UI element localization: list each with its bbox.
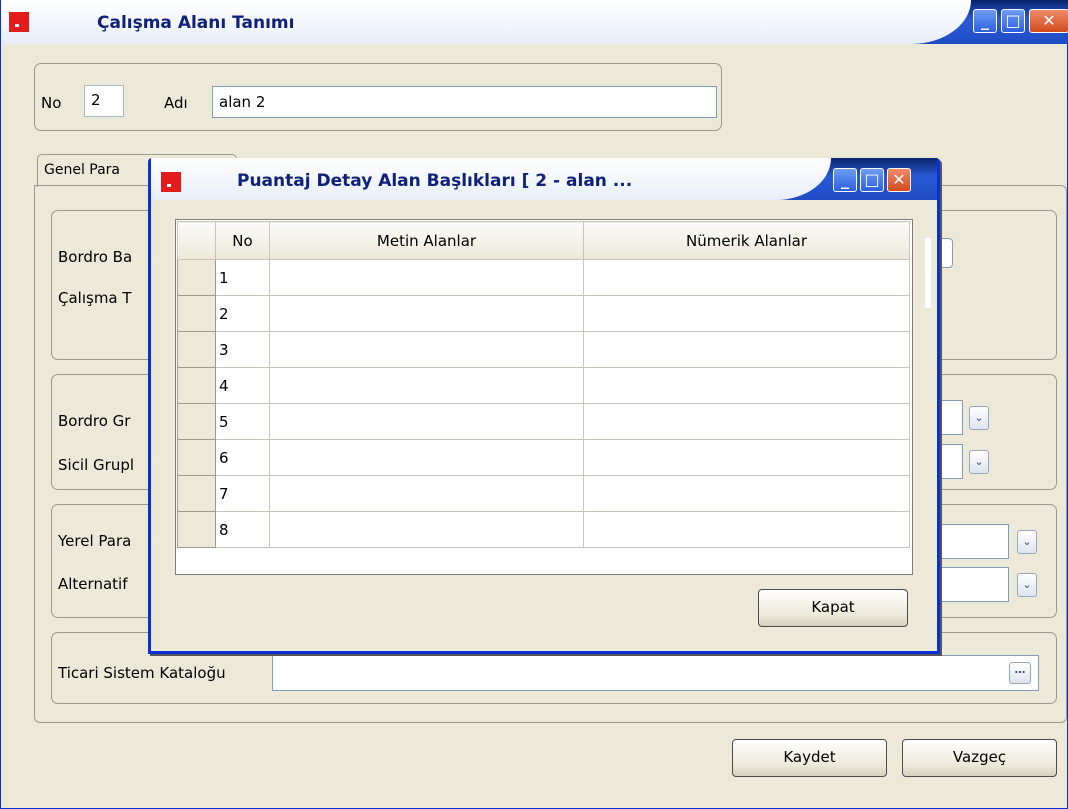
cell-numerik[interactable] [583, 475, 910, 512]
tab-label: Genel Para [44, 162, 121, 178]
puantaj-dialog: Puantaj Detay Alan Başlıkları [ 2 - alan… [148, 158, 940, 654]
maximize-icon: □ [864, 170, 880, 189]
cell-no[interactable]: 6 [215, 439, 270, 476]
row-selector[interactable] [177, 367, 216, 404]
table-row[interactable]: 2 [177, 295, 910, 332]
cell-no[interactable]: 3 [215, 331, 270, 368]
dialog-minimize-button[interactable]: _ [833, 168, 857, 192]
alternatif-dropdown[interactable]: ⌄ [1017, 573, 1037, 597]
cell-metin[interactable] [269, 259, 584, 296]
bordro-gr-label: Bordro Gr [58, 412, 131, 430]
cell-numerik[interactable] [583, 331, 910, 368]
cell-numerik[interactable] [583, 403, 910, 440]
row-selector[interactable] [177, 331, 216, 368]
maximize-button[interactable]: □ [1001, 9, 1025, 33]
row-selector[interactable] [177, 403, 216, 440]
yerel-para-combo[interactable] [937, 524, 1009, 559]
chevron-down-icon: ⌄ [1022, 535, 1032, 548]
row-selector[interactable] [177, 511, 216, 548]
cell-no[interactable]: 4 [215, 367, 270, 404]
column-header-numerik[interactable]: Nümerik Alanlar [583, 221, 910, 260]
row-selector[interactable] [177, 439, 216, 476]
column-header-no[interactable]: No [215, 221, 270, 260]
row-selector[interactable] [177, 295, 216, 332]
minimize-button[interactable]: _ [973, 9, 997, 33]
cell-metin[interactable] [269, 331, 584, 368]
dialog-maximize-button[interactable]: □ [860, 168, 884, 192]
ticari-label: Ticari Sistem Kataloğu [58, 664, 226, 682]
table-row[interactable]: 4 [177, 367, 910, 404]
table-row[interactable]: 1 [177, 259, 910, 296]
cell-no[interactable]: 5 [215, 403, 270, 440]
ticari-browse-button[interactable]: … [1009, 662, 1031, 684]
cell-metin[interactable] [269, 511, 584, 548]
alternatif-label: Alternatif [58, 575, 128, 593]
table-row[interactable]: 7 [177, 475, 910, 512]
cell-metin[interactable] [269, 295, 584, 332]
close-icon: ✕ [892, 170, 906, 189]
table-row[interactable]: 8 [177, 511, 910, 548]
cell-metin[interactable] [269, 367, 584, 404]
table-row[interactable]: 6 [177, 439, 910, 476]
minimize-icon: _ [981, 11, 989, 30]
sicil-grup-combo[interactable] [937, 444, 963, 479]
yerel-para-label: Yerel Para [58, 532, 132, 550]
no-field[interactable]: 2 [84, 85, 124, 117]
chevron-down-icon: ⌄ [974, 411, 984, 424]
alternatif-combo[interactable] [937, 567, 1009, 602]
no-label: No [41, 94, 62, 112]
ellipsis-icon: … [1014, 663, 1026, 676]
bordro-ba-label: Bordro Ba [58, 248, 133, 266]
ticari-input[interactable] [272, 655, 1039, 691]
cell-no[interactable]: 2 [215, 295, 270, 332]
table-row[interactable]: 3 [177, 331, 910, 368]
dialog-right-strip [925, 238, 931, 308]
cell-no[interactable]: 7 [215, 475, 270, 512]
row-selector[interactable] [177, 259, 216, 296]
cell-no[interactable]: 1 [215, 259, 270, 296]
chevron-down-icon: ⌄ [1022, 578, 1032, 591]
cell-numerik[interactable] [583, 259, 910, 296]
cell-numerik[interactable] [583, 511, 910, 548]
grid-corner [177, 221, 216, 260]
dialog-title: Puantaj Detay Alan Başlıkları [ 2 - alan… [237, 171, 633, 191]
cell-numerik[interactable] [583, 367, 910, 404]
cell-numerik[interactable] [583, 439, 910, 476]
dialog-title-bar[interactable]: Puantaj Detay Alan Başlıkları [ 2 - alan… [151, 158, 937, 200]
sicil-grup-label: Sicil Grupl [58, 456, 135, 474]
window-title: Çalışma Alanı Tanımı [97, 13, 295, 33]
app-icon[interactable] [9, 12, 29, 32]
title-bar[interactable]: Çalışma Alanı Tanımı _ □ ✕ [1, 0, 1068, 44]
yerel-para-dropdown[interactable]: ⌄ [1017, 530, 1037, 554]
chevron-down-icon: ⌄ [974, 455, 984, 468]
cell-numerik[interactable] [583, 295, 910, 332]
adi-input[interactable]: alan 2 [212, 86, 717, 118]
column-header-metin[interactable]: Metin Alanlar [269, 221, 584, 260]
bordro-gr-dropdown[interactable]: ⌄ [969, 406, 989, 430]
dialog-close-button[interactable]: ✕ [887, 168, 911, 192]
sicil-grup-dropdown[interactable]: ⌄ [969, 450, 989, 474]
cell-no[interactable]: 8 [215, 511, 270, 548]
grid-bottom-edge [176, 566, 912, 574]
cancel-button[interactable]: Vazgeç [902, 739, 1057, 777]
maximize-icon: □ [1005, 11, 1021, 30]
cell-metin[interactable] [269, 403, 584, 440]
table-row[interactable]: 5 [177, 403, 910, 440]
close-dialog-button[interactable]: Kapat [758, 589, 908, 627]
calisma-t-label: Çalışma T [58, 289, 132, 307]
close-button[interactable]: ✕ [1029, 9, 1068, 33]
row-selector[interactable] [177, 475, 216, 512]
grid-header-row: No Metin Alanlar Nümerik Alanlar [177, 221, 910, 260]
cell-metin[interactable] [269, 475, 584, 512]
save-button[interactable]: Kaydet [732, 739, 887, 777]
detail-grid: No Metin Alanlar Nümerik Alanlar 1 2 3 4… [177, 221, 910, 548]
bordro-ba-button[interactable] [941, 238, 953, 268]
adi-label: Adı [164, 94, 188, 112]
minimize-icon: _ [841, 170, 849, 189]
bordro-gr-combo[interactable] [937, 400, 963, 435]
close-icon: ✕ [1042, 11, 1056, 30]
cell-metin[interactable] [269, 439, 584, 476]
dialog-app-icon[interactable] [161, 172, 181, 192]
